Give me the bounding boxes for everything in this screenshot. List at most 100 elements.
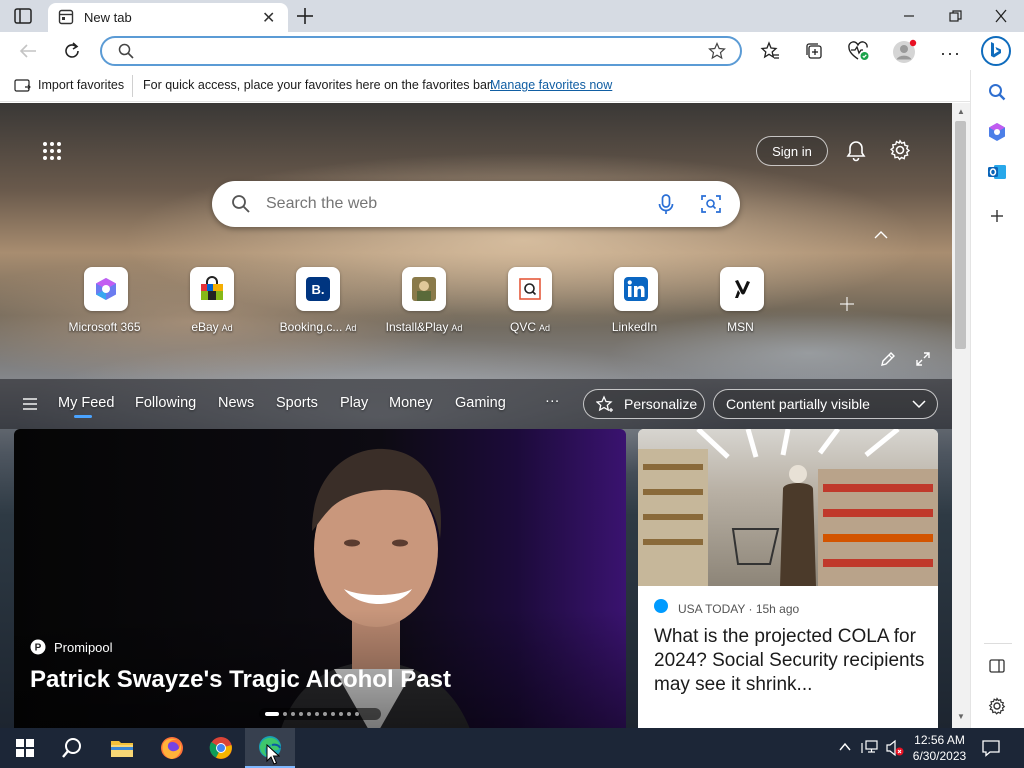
new-tab-button[interactable] bbox=[294, 5, 316, 27]
app-launcher-icon[interactable] bbox=[42, 141, 62, 161]
carousel-dot[interactable] bbox=[323, 712, 327, 716]
tab-new-tab[interactable]: New tab ✕ bbox=[48, 3, 288, 32]
add-shortcut-icon[interactable] bbox=[838, 295, 856, 313]
side-news-card[interactable]: USA TODAY · 15h ago What is the projecte… bbox=[638, 429, 938, 728]
windows-start-icon[interactable] bbox=[0, 728, 50, 768]
carousel-dot-active[interactable] bbox=[265, 712, 279, 716]
scroll-down-arrow-icon[interactable]: ▼ bbox=[957, 712, 965, 721]
carousel-dot[interactable] bbox=[291, 712, 295, 716]
booking-logo-icon: B. bbox=[305, 276, 331, 302]
page-scrollbar[interactable]: ▲ ▼ bbox=[952, 103, 970, 728]
personalize-button[interactable]: Personalize bbox=[583, 389, 705, 419]
feed-tab-gaming[interactable]: Gaming bbox=[455, 395, 506, 411]
notifications-center-icon[interactable] bbox=[981, 739, 1001, 757]
carousel-dot[interactable] bbox=[315, 712, 319, 716]
system-clock[interactable]: 12:56 AM 6/30/2023 bbox=[912, 732, 967, 764]
ebay-bag-icon bbox=[199, 276, 225, 302]
side-card-photo bbox=[638, 429, 938, 586]
quick-link-label: QVC Ad bbox=[509, 320, 551, 334]
sidebar-hide-icon[interactable] bbox=[986, 655, 1008, 677]
carousel-indicator[interactable] bbox=[259, 708, 381, 720]
install-play-thumbnail-icon bbox=[411, 276, 437, 302]
close-window-button[interactable] bbox=[992, 8, 1010, 24]
quick-link-linkedin[interactable] bbox=[614, 267, 658, 311]
favorites-icon[interactable] bbox=[760, 41, 780, 61]
quick-link-microsoft365[interactable] bbox=[84, 267, 128, 311]
collections-icon[interactable] bbox=[804, 41, 824, 61]
restore-button[interactable] bbox=[946, 8, 964, 24]
collapse-chevron-up-icon[interactable] bbox=[874, 230, 888, 240]
minimize-button[interactable] bbox=[900, 8, 918, 24]
volume-muted-icon[interactable] bbox=[885, 739, 905, 757]
qvc-logo-icon bbox=[517, 276, 543, 302]
quick-link-ebay[interactable] bbox=[190, 267, 234, 311]
sign-in-button[interactable]: Sign in bbox=[756, 136, 828, 166]
active-tab-indicator bbox=[74, 415, 92, 418]
taskbar-search-icon[interactable] bbox=[47, 728, 97, 768]
settings-more-icon[interactable]: ··· bbox=[940, 43, 961, 64]
side-card-headline[interactable]: What is the projected COLA for 2024? Soc… bbox=[654, 625, 926, 697]
carousel-dot[interactable] bbox=[355, 712, 359, 716]
quick-link-install-play[interactable] bbox=[402, 267, 446, 311]
refresh-icon[interactable] bbox=[62, 41, 82, 61]
edit-background-icon[interactable] bbox=[880, 351, 896, 367]
search-icon bbox=[231, 194, 251, 214]
firefox-icon[interactable] bbox=[147, 728, 197, 768]
quick-link-booking[interactable]: B. bbox=[296, 267, 340, 311]
carousel-dot[interactable] bbox=[299, 712, 303, 716]
quick-link-label: eBay Ad bbox=[191, 320, 233, 334]
favorite-star-icon[interactable] bbox=[708, 42, 726, 60]
hero-headline[interactable]: Patrick Swayze's Tragic Alcohol Past bbox=[30, 666, 451, 694]
browser-essentials-icon[interactable] bbox=[848, 41, 870, 61]
sidebar-outlook-icon[interactable] bbox=[986, 161, 1008, 183]
web-search-input[interactable] bbox=[266, 193, 626, 215]
feed-tab-following[interactable]: Following bbox=[135, 395, 196, 411]
quick-link-qvc[interactable] bbox=[508, 267, 552, 311]
search-icon bbox=[118, 43, 134, 59]
feed-tab-play[interactable]: Play bbox=[340, 395, 368, 411]
tab-close-icon[interactable]: ✕ bbox=[262, 8, 275, 28]
feed-tab-my-feed[interactable]: My Feed bbox=[58, 395, 114, 411]
sidebar-settings-icon[interactable] bbox=[986, 695, 1008, 717]
notifications-bell-icon[interactable] bbox=[846, 140, 866, 162]
manage-favorites-link[interactable]: Manage favorites now bbox=[490, 78, 612, 92]
sidebar-divider bbox=[984, 643, 1012, 644]
chevron-down-icon bbox=[912, 400, 926, 409]
sidebar-add-icon[interactable] bbox=[986, 205, 1008, 227]
content-visibility-dropdown[interactable]: Content partially visible bbox=[713, 389, 938, 419]
carousel-dot[interactable] bbox=[307, 712, 311, 716]
visual-search-icon[interactable] bbox=[701, 194, 721, 214]
tab-actions-icon[interactable] bbox=[14, 8, 32, 24]
carousel-dot[interactable] bbox=[339, 712, 343, 716]
address-input[interactable] bbox=[142, 41, 702, 61]
microphone-icon[interactable] bbox=[658, 194, 674, 216]
hero-news-card[interactable]: P Promipool Patrick Swayze's Tragic Alco… bbox=[14, 429, 626, 728]
feed-tab-money[interactable]: Money bbox=[389, 395, 433, 411]
chrome-icon[interactable] bbox=[196, 728, 246, 768]
carousel-dot[interactable] bbox=[283, 712, 287, 716]
back-arrow-icon[interactable] bbox=[18, 42, 38, 60]
import-favorites-link[interactable]: Import favorites bbox=[38, 78, 124, 92]
carousel-dot[interactable] bbox=[347, 712, 351, 716]
feed-tab-sports[interactable]: Sports bbox=[276, 395, 318, 411]
sidebar-microsoft365-icon[interactable] bbox=[986, 121, 1008, 143]
page-settings-gear-icon[interactable] bbox=[889, 139, 911, 161]
show-hidden-icons-chevron-icon[interactable] bbox=[838, 740, 852, 754]
scrollbar-thumb[interactable] bbox=[955, 121, 966, 349]
feed-more-icon[interactable]: ··· bbox=[545, 393, 560, 409]
quick-link-msn[interactable] bbox=[720, 267, 764, 311]
scroll-up-arrow-icon[interactable]: ▲ bbox=[957, 107, 965, 116]
carousel-dot[interactable] bbox=[331, 712, 335, 716]
feed-menu-hamburger-icon[interactable] bbox=[22, 397, 38, 411]
copilot-button[interactable] bbox=[980, 35, 1012, 67]
svg-text:P: P bbox=[35, 643, 42, 654]
address-bar[interactable] bbox=[100, 36, 742, 66]
file-explorer-icon[interactable] bbox=[97, 728, 147, 768]
msn-logo-icon bbox=[729, 276, 755, 302]
feed-tab-news[interactable]: News bbox=[218, 395, 254, 411]
network-icon[interactable] bbox=[861, 739, 879, 755]
sidebar-search-icon[interactable] bbox=[986, 81, 1008, 103]
expand-icon[interactable] bbox=[915, 351, 931, 367]
profile-avatar[interactable] bbox=[891, 39, 917, 65]
web-search-box[interactable] bbox=[212, 181, 740, 227]
